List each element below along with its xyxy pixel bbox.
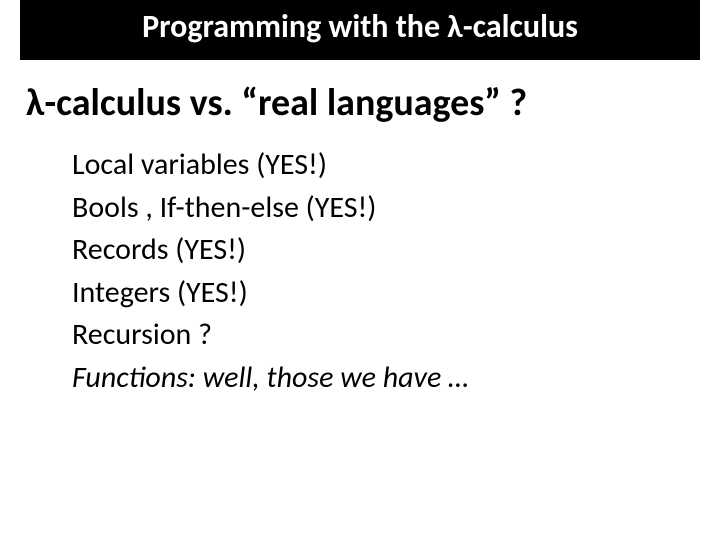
slide-title: Programming with the λ-calculus bbox=[142, 7, 578, 46]
slide-subheading: λ-calculus vs. “real languages” ? bbox=[0, 70, 720, 134]
list-item: Bools , If-then-else (YES!) bbox=[72, 187, 680, 230]
slide: Programming with the λ-calculus λ-calcul… bbox=[0, 0, 720, 540]
list-item: Integers (YES!) bbox=[72, 272, 680, 315]
list-item: Functions: well, those we have … bbox=[72, 357, 680, 400]
list-item: Recursion ? bbox=[72, 314, 680, 357]
slide-body: Local variables (YES!) Bools , If-then-e… bbox=[0, 134, 720, 400]
slide-title-bar: Programming with the λ-calculus bbox=[20, 0, 700, 60]
list-item: Records (YES!) bbox=[72, 229, 680, 272]
subheading-text: λ-calculus vs. “real languages” ? bbox=[26, 80, 527, 126]
list-item: Local variables (YES!) bbox=[72, 144, 680, 187]
